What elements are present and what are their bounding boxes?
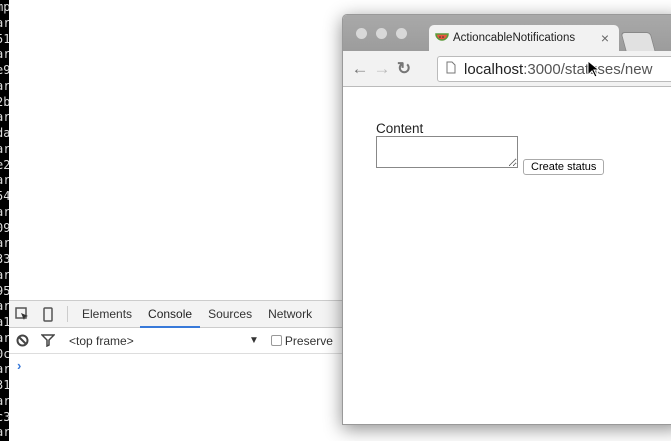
terminal-line: ar bbox=[0, 78, 9, 93]
content-label: Content bbox=[376, 121, 424, 136]
context-select[interactable]: <top frame> bbox=[69, 334, 249, 348]
terminal-line: ar bbox=[0, 362, 9, 377]
inspect-element-icon[interactable] bbox=[9, 301, 35, 327]
terminal-line: c3 bbox=[0, 409, 9, 424]
tab-title: ActioncableNotifications bbox=[453, 32, 576, 44]
terminal-line: 54 bbox=[0, 189, 9, 203]
terminal-line: ar bbox=[0, 204, 9, 219]
terminal-line: ar bbox=[0, 15, 9, 30]
browser-tab[interactable]: ActioncableNotifications × bbox=[429, 25, 619, 51]
terminal-line: 33 bbox=[0, 252, 9, 266]
devtools-tab-bar: Elements Console Sources Network bbox=[9, 300, 349, 328]
terminal-line: a1 bbox=[0, 315, 9, 329]
preserve-log-label: Preserve bbox=[284, 333, 333, 348]
terminal-line: 0c bbox=[0, 346, 9, 361]
terminal-line: 2b bbox=[0, 94, 9, 109]
mouse-cursor-icon bbox=[587, 60, 599, 78]
terminal-line: ar bbox=[0, 236, 9, 251]
terminal-line: ar bbox=[0, 47, 9, 62]
terminal-line: ar bbox=[0, 330, 9, 345]
tab-network[interactable]: Network bbox=[260, 301, 320, 328]
create-status-button[interactable]: Create status bbox=[523, 159, 605, 175]
url-host: localhost bbox=[464, 60, 524, 78]
devtools-window: Elements Console Sources Network <top fr… bbox=[9, 0, 349, 441]
forward-button[interactable]: → bbox=[371, 59, 393, 79]
terminal-line: ar bbox=[0, 141, 9, 156]
terminal-line: ar bbox=[0, 110, 9, 125]
back-button[interactable]: ← bbox=[349, 59, 371, 79]
content-textarea[interactable] bbox=[376, 136, 518, 168]
browser-window: ActioncableNotifications × ← → ↻ localho… bbox=[342, 14, 671, 425]
filter-icon[interactable] bbox=[35, 328, 61, 354]
close-window-button[interactable] bbox=[356, 28, 367, 39]
terminal-line: 51 bbox=[0, 31, 9, 46]
clear-console-icon[interactable] bbox=[9, 328, 35, 354]
browser-toolbar: ← → ↻ localhost:3000/statuses/new bbox=[343, 51, 671, 87]
dropdown-arrow-icon[interactable]: ▼ bbox=[249, 335, 259, 346]
watermelon-favicon-icon bbox=[435, 31, 449, 46]
preserve-log-checkbox[interactable] bbox=[270, 335, 282, 346]
terminal-line: e2 bbox=[0, 157, 9, 172]
title-bar: ActioncableNotifications × bbox=[343, 15, 671, 51]
console-toolbar: <top frame> ▼ Preserve bbox=[9, 328, 349, 354]
address-bar[interactable]: localhost:3000/statuses/new bbox=[437, 56, 671, 82]
terminal-line: mp bbox=[0, 0, 9, 14]
new-tab-button[interactable] bbox=[620, 32, 656, 51]
terminal-line: 31 bbox=[0, 378, 9, 392]
terminal-line: ar bbox=[0, 267, 9, 282]
terminal-line: e9 bbox=[0, 63, 9, 77]
terminal-line: ar bbox=[0, 299, 9, 314]
tab-sources[interactable]: Sources bbox=[200, 301, 260, 328]
console-prompt[interactable]: › bbox=[17, 358, 21, 373]
terminal-line: ar bbox=[0, 393, 9, 408]
terminal-line: ar bbox=[0, 425, 9, 440]
minimize-window-button[interactable] bbox=[376, 28, 387, 39]
tab-console[interactable]: Console bbox=[140, 301, 201, 328]
terminal-line: 09 bbox=[0, 220, 9, 235]
terminal-line: 95 bbox=[0, 283, 9, 298]
zoom-window-button[interactable] bbox=[396, 28, 407, 39]
page-content: Content Create status bbox=[343, 87, 671, 175]
divider bbox=[67, 306, 68, 322]
terminal-line: da bbox=[0, 126, 9, 140]
tab-close-icon[interactable]: × bbox=[601, 30, 609, 46]
reload-button[interactable]: ↻ bbox=[393, 59, 415, 79]
page-icon bbox=[446, 61, 456, 78]
terminal-line: ar bbox=[0, 173, 9, 188]
tab-elements[interactable]: Elements bbox=[74, 301, 140, 328]
device-mode-icon[interactable] bbox=[35, 301, 61, 327]
terminal-background: mpar51are9ar2bardaare2ar54ar09ar33ar95ar… bbox=[0, 0, 9, 441]
